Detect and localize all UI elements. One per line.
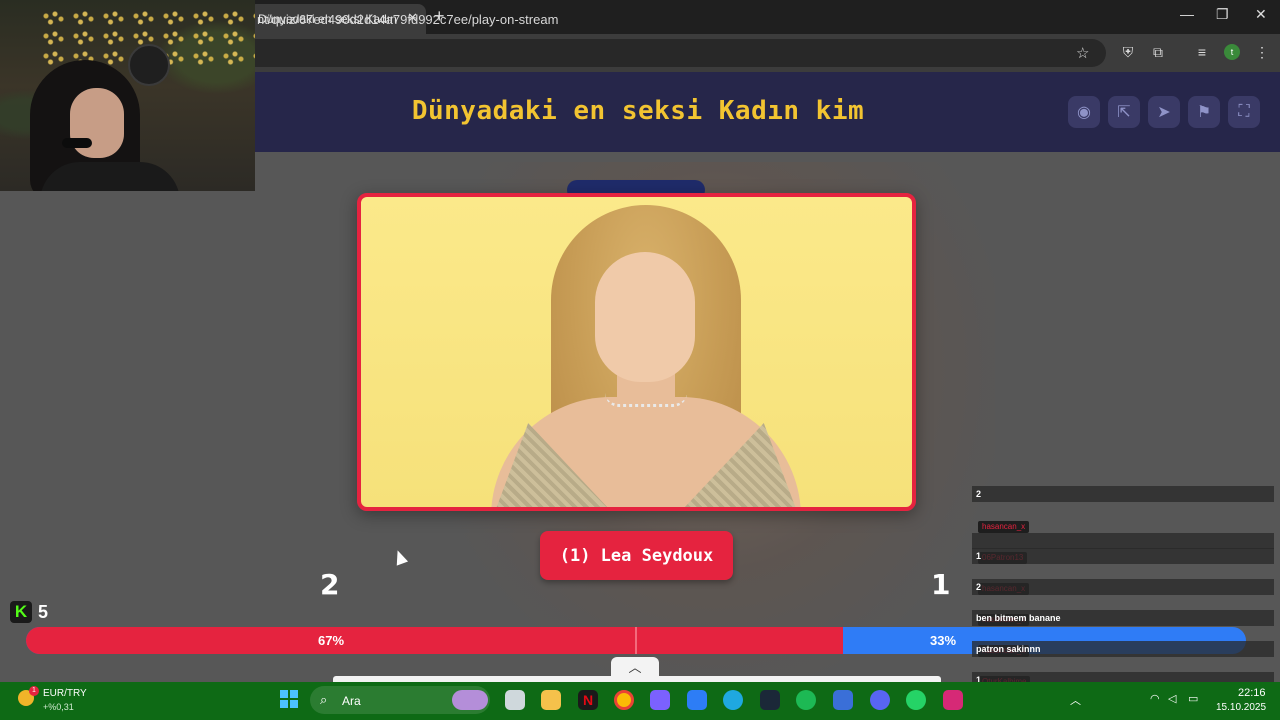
shield-extension-icon[interactable]: ⛨ (1120, 44, 1136, 60)
close-window-icon[interactable]: ✕ (1255, 6, 1267, 23)
file-explorer-icon[interactable] (541, 690, 561, 710)
votes-left-count: 2 (320, 568, 340, 601)
profile-avatar[interactable]: t (1224, 44, 1240, 60)
cam-streamer-body (40, 162, 180, 191)
store-icon[interactable] (687, 690, 707, 710)
tray-chevron-icon[interactable]: ︿ (1070, 692, 1081, 708)
widget-badge: 1 (29, 686, 39, 696)
send-icon[interactable]: ➤ (1148, 96, 1180, 128)
wifi-icon[interactable]: ◠ (1150, 692, 1160, 705)
instagram-icon[interactable] (943, 690, 963, 710)
discord-icon[interactable] (870, 690, 890, 710)
kick-viewer-count: 5 (38, 602, 49, 622)
kick-logo-icon: K (10, 601, 32, 623)
clock-time[interactable]: 22:16 (1238, 687, 1266, 699)
windows-taskbar (0, 682, 1280, 720)
answer-button[interactable]: (1) Lea Seydoux (540, 531, 733, 580)
maximize-icon[interactable]: ❐ (1216, 6, 1229, 23)
chat-message: 2 (972, 486, 1274, 502)
spotify-icon[interactable] (796, 690, 816, 710)
steam-icon[interactable] (760, 690, 780, 710)
chat-username[interactable]: hasancan_x (978, 521, 1030, 533)
app-icon[interactable] (833, 690, 853, 710)
clock-date[interactable]: 15.10.2025 (1216, 702, 1266, 713)
media-control-icon[interactable]: ≡ (1194, 44, 1210, 60)
screen: Dünyadaki en seksi Kadın kim ✕ + — ❐ ✕ n… (0, 0, 1280, 720)
cam-wall-clock (128, 44, 170, 86)
currency-change: +%0,31 (43, 702, 74, 712)
currency-label[interactable]: EUR/TRY (43, 688, 87, 699)
whatsapp-icon[interactable] (906, 690, 926, 710)
cam-headset-mic (62, 138, 92, 148)
url-text[interactable]: nt/quiz/67ed490d2d14a79fd992c7ee/play-on… (257, 12, 558, 27)
chat-message: ben bitmem banane (972, 610, 1274, 626)
portrait-face (595, 252, 695, 382)
webcam-overlay (0, 0, 255, 191)
eye-icon[interactable]: ◉ (1068, 96, 1100, 128)
copilot-icon[interactable] (650, 690, 670, 710)
share-icon[interactable]: ⇱ (1108, 96, 1140, 128)
battery-icon[interactable]: ▭ (1188, 692, 1198, 705)
chat-message-empty (972, 533, 1274, 549)
search-placeholder: Ara (342, 694, 361, 708)
flag-icon[interactable]: ⚑ (1188, 96, 1220, 128)
chat-message: patron sakinnn (972, 641, 1274, 657)
vote-pct-right: 33% (930, 633, 957, 648)
fullscreen-icon[interactable]: ⛶ (1228, 96, 1260, 128)
vote-bar-divider (635, 627, 637, 654)
extensions-puzzle-icon[interactable]: ⧉ (1150, 44, 1166, 60)
bookmark-star-icon[interactable]: ☆ (1076, 44, 1089, 62)
question-image[interactable] (357, 193, 916, 511)
chat-message: 1 (972, 548, 1274, 564)
chat-message: 2 (972, 579, 1274, 595)
netflix-icon[interactable]: N (578, 690, 598, 710)
minimize-icon[interactable]: — (1180, 6, 1194, 22)
search-highlight-image[interactable] (452, 690, 488, 710)
vote-bar-left-fill (26, 627, 844, 654)
start-windows-icon[interactable] (280, 690, 298, 708)
chrome-icon[interactable] (614, 690, 634, 710)
chevron-up-icon[interactable]: ︿ (611, 657, 659, 679)
task-view-icon[interactable] (505, 690, 525, 710)
volume-icon[interactable]: ◁ (1168, 692, 1176, 705)
quiz-title: Dünyadaki en seksi Kadın kim (411, 96, 865, 126)
address-bar[interactable] (240, 39, 1106, 67)
votes-right-count: 1 (931, 568, 951, 601)
edge-icon[interactable] (723, 690, 743, 710)
search-icon: ⌕ (320, 692, 328, 707)
vote-pct-left: 67% (318, 633, 345, 648)
portrait-necklace (605, 393, 687, 407)
kebab-menu-icon[interactable]: ⋮ (1254, 44, 1270, 60)
